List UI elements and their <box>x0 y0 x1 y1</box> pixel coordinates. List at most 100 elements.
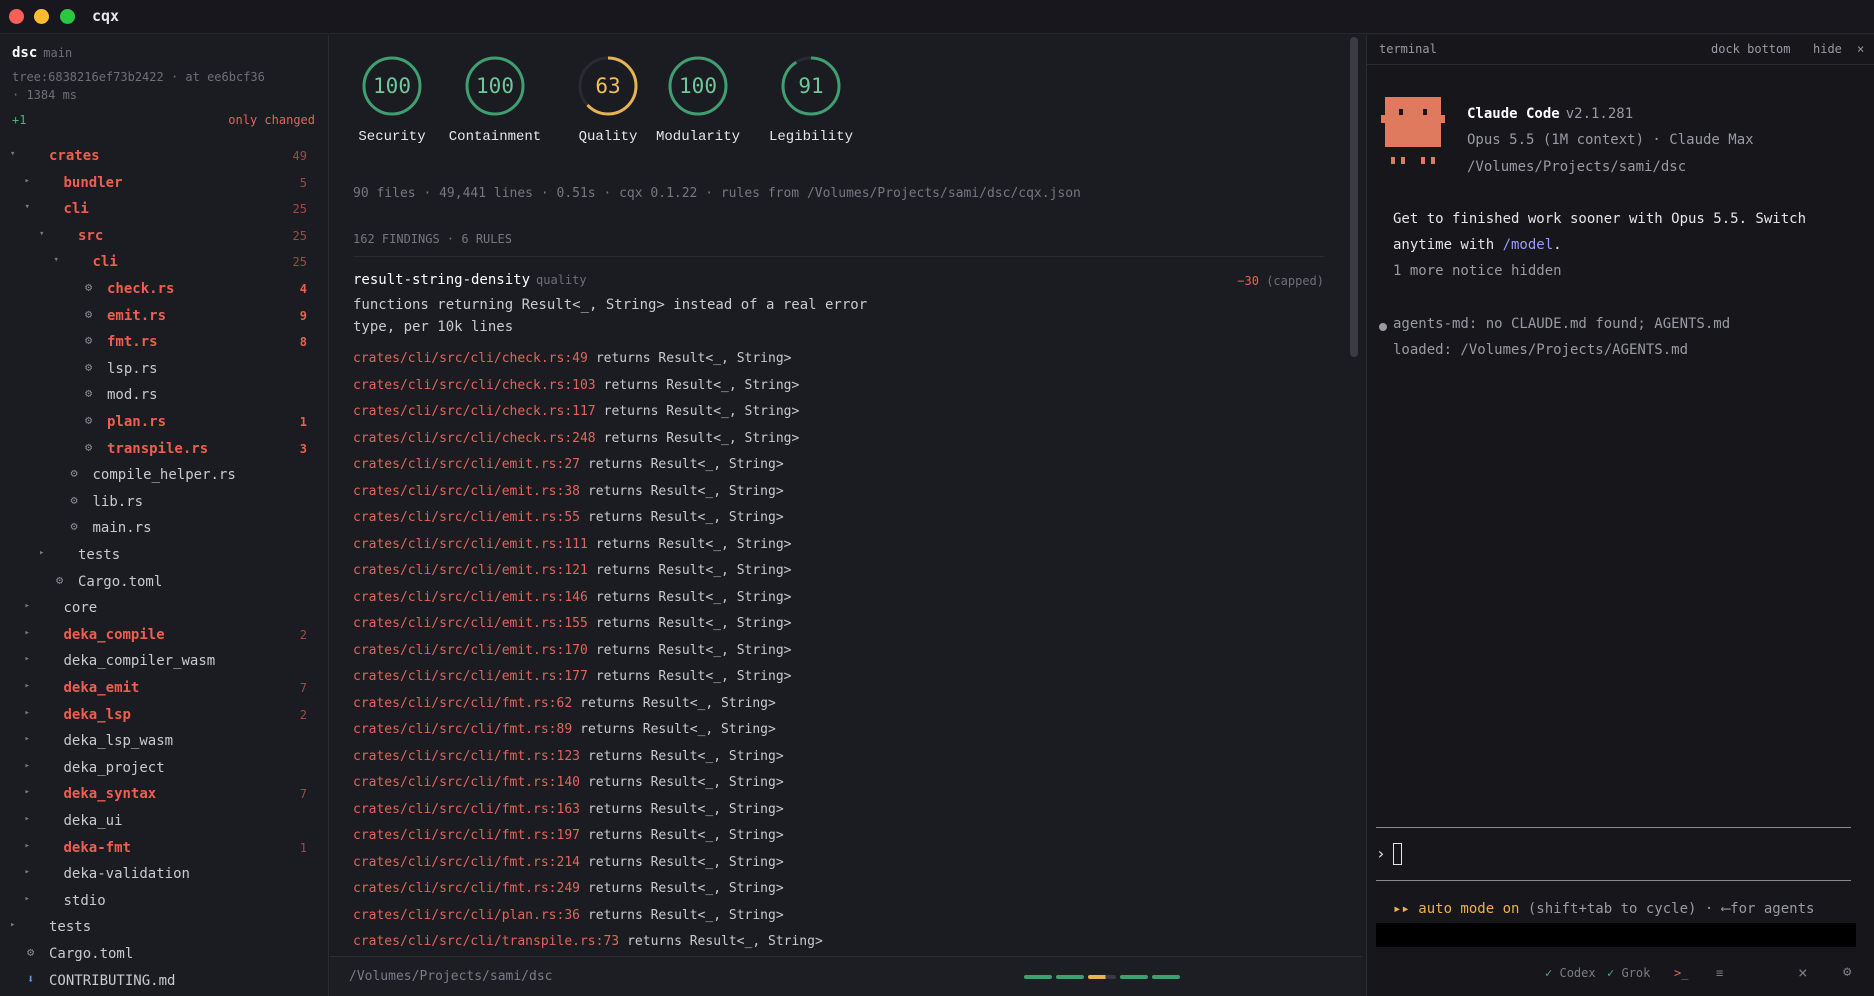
caret-right-icon[interactable]: ▸ <box>25 681 30 691</box>
tree-item[interactable]: ⬇ CONTRIBUTING.md <box>0 970 329 996</box>
close-window-button[interactable] <box>9 9 24 24</box>
caret-down-icon[interactable]: ▾ <box>10 149 15 159</box>
finding-row[interactable]: crates/cli/src/cli/fmt.rs:197 returns Res… <box>353 828 784 852</box>
finding-location-link[interactable]: crates/cli/src/cli/fmt.rs:62 <box>353 696 572 711</box>
finding-row[interactable]: crates/cli/src/cli/emit.rs:27 returns Res… <box>353 457 784 481</box>
caret-down-icon[interactable]: ▾ <box>54 255 59 265</box>
caret-right-icon[interactable]: ▸ <box>25 787 30 797</box>
finding-row[interactable]: crates/cli/src/cli/emit.rs:55 returns Res… <box>353 510 784 534</box>
tree-item[interactable]: ▸ stdio <box>0 890 329 916</box>
tree-item[interactable]: ▸ deka_lsp 2 <box>0 704 329 730</box>
finding-row[interactable]: crates/cli/src/cli/emit.rs:121 returns Re… <box>353 563 791 587</box>
caret-right-icon[interactable]: ▸ <box>25 601 30 611</box>
tree-item[interactable]: ⚙ check.rs 4 <box>0 278 329 304</box>
finding-row[interactable]: crates/cli/src/cli/transpile.rs:73 return… <box>353 934 823 956</box>
minimize-window-button[interactable] <box>34 9 49 24</box>
tree-item[interactable]: ▸ deka-fmt 1 <box>0 837 329 863</box>
caret-right-icon[interactable]: ▸ <box>25 894 30 904</box>
caret-right-icon[interactable]: ▸ <box>25 654 30 664</box>
score-legibility[interactable]: 91 Legibility <box>761 55 861 145</box>
close-icon[interactable]: × <box>1798 963 1808 982</box>
finding-row[interactable]: crates/cli/src/cli/fmt.rs:140 returns Res… <box>353 775 784 799</box>
caret-right-icon[interactable]: ▸ <box>10 920 15 930</box>
prompt-input[interactable] <box>1393 843 1402 865</box>
finding-location-link[interactable]: crates/cli/src/cli/fmt.rs:214 <box>353 855 580 870</box>
finding-row[interactable]: crates/cli/src/cli/emit.rs:111 returns Re… <box>353 537 791 561</box>
finding-row[interactable]: crates/cli/src/cli/check.rs:117 returns R… <box>353 404 799 428</box>
caret-right-icon[interactable]: ▸ <box>25 176 30 186</box>
hidden-notice[interactable]: 1 more notice hidden <box>1393 263 1562 279</box>
finding-location-link[interactable]: crates/cli/src/cli/check.rs:248 <box>353 431 596 446</box>
finding-location-link[interactable]: crates/cli/src/cli/emit.rs:155 <box>353 616 588 631</box>
terminal-input-bar[interactable] <box>1376 923 1856 947</box>
finding-row[interactable]: crates/cli/src/cli/fmt.rs:62 returns Resu… <box>353 696 776 720</box>
tree-item[interactable]: ⚙ compile_helper.rs <box>0 464 329 490</box>
finding-row[interactable]: crates/cli/src/cli/emit.rs:146 returns Re… <box>353 590 791 614</box>
finding-location-link[interactable]: crates/cli/src/cli/transpile.rs:73 <box>353 934 619 949</box>
only-changed-toggle[interactable]: only changed <box>228 113 315 127</box>
finding-location-link[interactable]: crates/cli/src/cli/emit.rs:55 <box>353 510 580 525</box>
tree-item[interactable]: ▸ deka-validation <box>0 863 329 889</box>
tree-item[interactable]: ⚙ Cargo.toml <box>0 571 329 597</box>
caret-right-icon[interactable]: ▸ <box>25 761 30 771</box>
caret-down-icon[interactable]: ▾ <box>39 229 44 239</box>
tree-item[interactable]: ▾ cli 25 <box>0 251 329 277</box>
score-security[interactable]: 100 Security <box>342 55 442 145</box>
finding-location-link[interactable]: crates/cli/src/cli/fmt.rs:140 <box>353 775 580 790</box>
finding-row[interactable]: crates/cli/src/cli/emit.rs:170 returns Re… <box>353 643 791 667</box>
finding-row[interactable]: crates/cli/src/cli/check.rs:49 returns Re… <box>353 351 791 375</box>
tree-item[interactable]: ⚙ lsp.rs <box>0 358 329 384</box>
caret-right-icon[interactable]: ▸ <box>25 708 30 718</box>
tree-item[interactable]: ⚙ fmt.rs 8 <box>0 331 329 357</box>
tree-item[interactable]: ▸ deka_ui <box>0 810 329 836</box>
tree-item[interactable]: ▸ tests <box>0 916 329 942</box>
finding-location-link[interactable]: crates/cli/src/cli/emit.rs:170 <box>353 643 588 658</box>
finding-row[interactable]: crates/cli/src/cli/fmt.rs:214 returns Res… <box>353 855 784 879</box>
rule-header[interactable]: result-string-density quality <box>353 272 587 288</box>
finding-row[interactable]: crates/cli/src/cli/emit.rs:38 returns Res… <box>353 484 784 508</box>
finding-row[interactable]: crates/cli/src/cli/check.rs:103 returns R… <box>353 378 799 402</box>
tree-item[interactable]: ⚙ Cargo.toml <box>0 943 329 969</box>
finding-location-link[interactable]: crates/cli/src/cli/check.rs:49 <box>353 351 588 366</box>
caret-right-icon[interactable]: ▸ <box>25 814 30 824</box>
tree-item[interactable]: ⚙ main.rs <box>0 517 329 543</box>
finding-location-link[interactable]: crates/cli/src/cli/check.rs:117 <box>353 404 596 419</box>
score-modularity[interactable]: 100 Modularity <box>643 55 753 145</box>
tree-item[interactable]: ⚙ lib.rs <box>0 491 329 517</box>
finding-location-link[interactable]: crates/cli/src/cli/fmt.rs:89 <box>353 722 572 737</box>
close-terminal-icon[interactable]: × <box>1857 42 1864 56</box>
tree-item[interactable]: ▸ deka_project <box>0 757 329 783</box>
finding-row[interactable]: crates/cli/src/cli/plan.rs:36 returns Res… <box>353 908 784 932</box>
tree-item[interactable]: ⚙ transpile.rs 3 <box>0 438 329 464</box>
finding-row[interactable]: crates/cli/src/cli/emit.rs:177 returns Re… <box>353 669 791 693</box>
tree-item[interactable]: ▸ deka_lsp_wasm <box>0 730 329 756</box>
auto-mode-status[interactable]: ▸▸ auto mode on (shift+tab to cycle) · ⟵… <box>1393 901 1814 917</box>
finding-location-link[interactable]: crates/cli/src/cli/emit.rs:38 <box>353 484 580 499</box>
finding-row[interactable]: crates/cli/src/cli/fmt.rs:89 returns Resu… <box>353 722 776 746</box>
finding-location-link[interactable]: crates/cli/src/cli/emit.rs:121 <box>353 563 588 578</box>
gear-icon[interactable]: ⚙ <box>1843 964 1851 980</box>
finding-location-link[interactable]: crates/cli/src/cli/emit.rs:177 <box>353 669 588 684</box>
tree-item[interactable]: ▸ bundler 5 <box>0 172 329 198</box>
score-containment[interactable]: 100 Containment <box>430 55 560 145</box>
caret-right-icon[interactable]: ▸ <box>25 628 30 638</box>
hide-terminal-button[interactable]: hide <box>1813 42 1842 56</box>
maximize-window-button[interactable] <box>60 9 75 24</box>
finding-location-link[interactable]: crates/cli/src/cli/emit.rs:111 <box>353 537 588 552</box>
finding-row[interactable]: crates/cli/src/cli/fmt.rs:163 returns Res… <box>353 802 784 826</box>
tree-item[interactable]: ▾ src 25 <box>0 225 329 251</box>
tree-item[interactable]: ▸ deka_compile 2 <box>0 624 329 650</box>
finding-location-link[interactable]: crates/cli/src/cli/emit.rs:27 <box>353 457 580 472</box>
grok-status[interactable]: ✓ Grok <box>1607 966 1650 980</box>
terminal-icon[interactable]: >_ <box>1674 966 1688 980</box>
tree-item[interactable]: ▸ deka_emit 7 <box>0 677 329 703</box>
menu-icon[interactable]: ≡ <box>1716 966 1723 980</box>
codex-status[interactable]: ✓ Codex <box>1545 966 1596 980</box>
tree-item[interactable]: ▸ deka_compiler_wasm <box>0 650 329 676</box>
tree-item[interactable]: ⚙ plan.rs 1 <box>0 411 329 437</box>
tree-item[interactable]: ⚙ mod.rs <box>0 384 329 410</box>
finding-location-link[interactable]: crates/cli/src/cli/fmt.rs:163 <box>353 802 580 817</box>
tree-item[interactable]: ▸ core <box>0 597 329 623</box>
finding-location-link[interactable]: crates/cli/src/cli/fmt.rs:123 <box>353 749 580 764</box>
finding-location-link[interactable]: crates/cli/src/cli/check.rs:103 <box>353 378 596 393</box>
